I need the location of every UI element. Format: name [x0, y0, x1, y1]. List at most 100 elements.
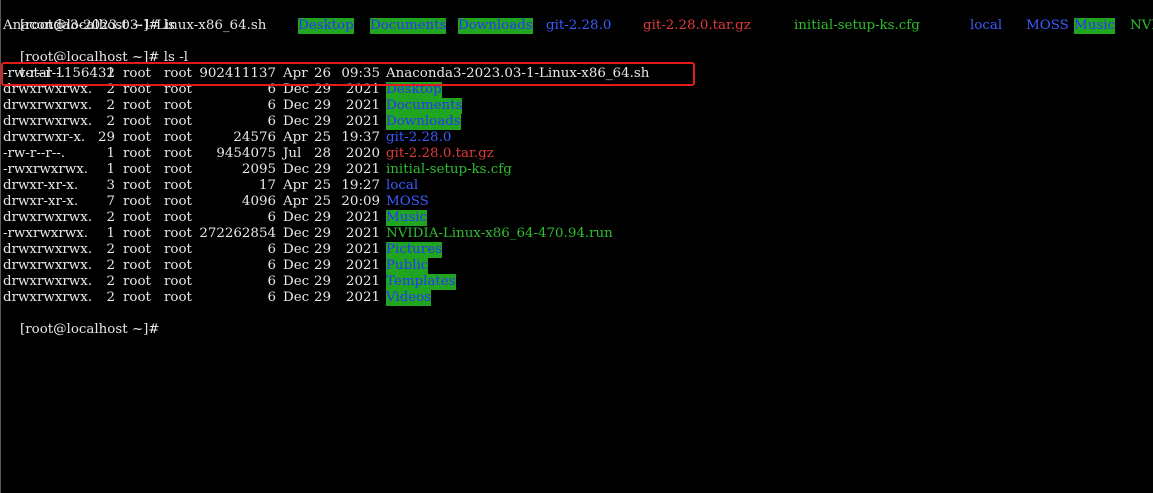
file-day: 29: [313, 210, 331, 225]
file-row: drwxrwxrwx. 2 root root 6 Dec 29 2021 Public: [3, 258, 1143, 274]
file-time: 2021: [345, 114, 380, 129]
file-perm: drwxrwxr-x.: [3, 130, 86, 145]
file-links: 1: [106, 226, 115, 241]
ls-item: git-2.28.0.tar.gz: [643, 18, 751, 33]
ls-item: local: [970, 18, 1003, 33]
file-row: drwxr-xr-x. 3 root root 17 Apr 25 19:27 local: [3, 178, 1143, 194]
file-month: Dec: [283, 162, 310, 177]
file-day: 29: [313, 82, 331, 97]
file-day: 29: [313, 290, 331, 305]
file-row: drwxrwxrwx. 2 root root 6 Dec 29 2021 Templates: [3, 274, 1143, 290]
file-row: drwxrwxrwx. 2 root root 6 Dec 29 2021 Documents: [3, 98, 1143, 114]
file-owner: root: [123, 130, 151, 145]
file-day: 25: [313, 194, 331, 209]
file-group: root: [164, 194, 192, 209]
terminal-window[interactable]: [root@localhost ~]# ls Anaconda3-2023.03…: [0, 0, 1153, 493]
file-size: 6: [267, 82, 276, 97]
file-time: 2021: [345, 82, 380, 97]
file-perm: drwxr-xr-x.: [3, 178, 79, 193]
file-name: local: [386, 178, 419, 193]
ls-item: NVI: [1130, 18, 1153, 33]
file-name: Downloads: [386, 114, 461, 130]
file-month: Dec: [283, 242, 310, 257]
file-links: 2: [106, 242, 115, 257]
file-size: 6: [267, 274, 276, 289]
file-size: 17: [258, 178, 276, 193]
file-group: root: [164, 98, 192, 113]
file-name: NVIDIA-Linux-x86_64-470.94.run: [386, 226, 613, 241]
file-time: 19:37: [341, 130, 380, 145]
file-month: Dec: [283, 274, 310, 289]
file-size: 6: [267, 98, 276, 113]
ls-item: git-2.28.0: [546, 18, 612, 33]
file-day: 25: [313, 178, 331, 193]
file-month: Dec: [283, 226, 310, 241]
file-links: 2: [106, 114, 115, 129]
file-size: 6: [267, 114, 276, 129]
file-name: Templates: [386, 274, 456, 290]
file-perm: -rwxrwxrwx.: [3, 162, 89, 177]
file-size: 2095: [241, 162, 276, 177]
file-name: Pictures: [386, 242, 442, 258]
file-links: 29: [97, 130, 115, 145]
file-perm: drwxrwxrwx.: [3, 114, 93, 129]
file-group: root: [164, 226, 192, 241]
file-owner: root: [123, 258, 151, 273]
ls-item: Music: [1074, 18, 1115, 34]
file-time: 09:35: [341, 66, 380, 81]
file-size: 9454075: [216, 146, 276, 161]
prompt-ls: [root@localhost ~]# ls: [3, 2, 175, 33]
file-size: 6: [267, 210, 276, 225]
prompt-text: [root@localhost ~]#: [20, 322, 160, 337]
file-time: 2021: [345, 226, 380, 241]
file-time: 2021: [345, 210, 380, 225]
file-row: drwxrwxrwx. 2 root root 6 Dec 29 2021 Music: [3, 210, 1143, 226]
file-perm: -rw-r--r--.: [3, 146, 66, 161]
file-group: root: [164, 210, 192, 225]
file-links: 3: [106, 178, 115, 193]
file-row: -rw-r--r--. 1 root root 9454075 Jul 28 2020 git-…: [3, 146, 1143, 162]
file-size: 24576: [233, 130, 276, 145]
file-owner: root: [123, 146, 151, 161]
file-links: 1: [106, 162, 115, 177]
file-owner: root: [123, 114, 151, 129]
file-day: 29: [313, 98, 331, 113]
file-month: Dec: [283, 258, 310, 273]
file-day: 29: [313, 226, 331, 241]
file-perm: drwxrwxrwx.: [3, 210, 93, 225]
file-group: root: [164, 178, 192, 193]
ls-item: MOSS: [1026, 18, 1069, 33]
file-row: -rwxrwxrwx. 1 root root 2095 Dec 29 2021 initial…: [3, 162, 1143, 178]
file-group: root: [164, 242, 192, 257]
file-links: 2: [106, 274, 115, 289]
file-day: 29: [313, 258, 331, 273]
file-row: drwxrwxrwx. 2 root root 6 Dec 29 2021 Pictures: [3, 242, 1143, 258]
file-owner: root: [123, 162, 151, 177]
file-perm: -rw-r--r--.: [3, 66, 66, 81]
file-month: Dec: [283, 210, 310, 225]
file-month: Apr: [283, 178, 308, 193]
file-perm: -rwxrwxrwx.: [3, 226, 89, 241]
file-group: root: [164, 130, 192, 145]
file-month: Dec: [283, 82, 310, 97]
file-month: Jul: [283, 146, 302, 161]
file-links: 2: [106, 258, 115, 273]
file-perm: drwxrwxrwx.: [3, 290, 93, 305]
prompt-final[interactable]: [root@localhost ~]#: [3, 306, 160, 337]
file-group: root: [164, 290, 192, 305]
file-name: Desktop: [386, 82, 442, 98]
file-name: Public: [386, 258, 429, 274]
file-name: initial-setup-ks.cfg: [386, 162, 512, 177]
file-size: 272262854: [199, 226, 276, 241]
file-perm: drwxrwxrwx.: [3, 242, 93, 257]
file-row: drwxrwxrwx. 2 root root 6 Dec 29 2021 Downloads: [3, 114, 1143, 130]
file-perm: drwxrwxrwx.: [3, 258, 93, 273]
file-name: Videos: [386, 290, 432, 306]
file-day: 28: [313, 146, 331, 161]
file-size: 6: [267, 290, 276, 305]
file-time: 2021: [345, 258, 380, 273]
file-owner: root: [123, 242, 151, 257]
file-group: root: [164, 258, 192, 273]
file-time: 2021: [345, 162, 380, 177]
file-name: Music: [386, 210, 427, 226]
